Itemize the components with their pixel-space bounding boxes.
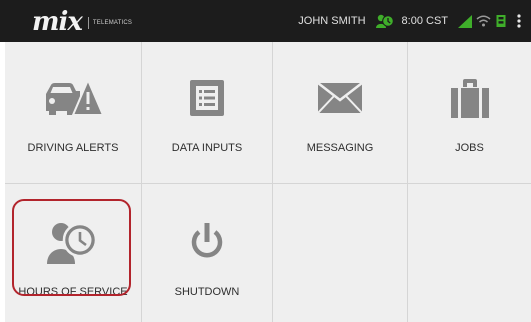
top-bar: mix TELEMATICS JOHN SMITH 8:00 CST xyxy=(0,0,531,42)
car-alert-icon xyxy=(42,68,104,128)
messaging-tile[interactable]: MESSAGING xyxy=(273,42,407,183)
logo-mark: mix xyxy=(32,7,83,37)
overflow-menu-icon[interactable] xyxy=(517,14,521,28)
driver-name[interactable]: JOHN SMITH xyxy=(298,15,365,27)
signal-icon xyxy=(458,14,472,28)
hours-of-service-tile[interactable]: HOURS OF SERVICE xyxy=(5,184,141,322)
logo-divider xyxy=(87,17,89,29)
mix-telematics-logo: mix TELEMATICS xyxy=(32,4,132,40)
tile-label: JOBS xyxy=(455,142,484,154)
tile-label: DRIVING ALERTS xyxy=(27,142,119,154)
data-form-icon xyxy=(190,68,224,128)
tile-label: HOURS OF SERVICE xyxy=(18,286,128,298)
menu-grid: DRIVING ALERTS DATA INPUTS MESSAGING JOB… xyxy=(5,42,531,322)
hours-of-service-icon xyxy=(47,212,99,272)
driving-alerts-tile[interactable]: DRIVING ALERTS xyxy=(5,42,141,183)
tile-label: MESSAGING xyxy=(306,142,374,154)
tile-label: SHUTDOWN xyxy=(174,286,240,298)
hos-status-icon[interactable] xyxy=(375,13,394,29)
tile-label: DATA INPUTS xyxy=(171,142,243,154)
data-inputs-tile[interactable]: DATA INPUTS xyxy=(142,42,272,183)
logo-subtitle: TELEMATICS xyxy=(92,20,133,26)
wifi-icon xyxy=(476,15,491,27)
power-icon xyxy=(189,212,225,272)
status-area: JOHN SMITH 8:00 CST xyxy=(298,0,521,42)
jobs-tile[interactable]: JOBS xyxy=(408,42,531,183)
device-icon xyxy=(495,14,507,28)
empty-tile xyxy=(408,184,531,322)
briefcase-icon xyxy=(450,68,489,128)
empty-tile xyxy=(273,184,407,322)
clock-time: 8:00 CST xyxy=(401,15,448,27)
shutdown-tile[interactable]: SHUTDOWN xyxy=(142,184,272,322)
envelope-icon xyxy=(318,68,362,128)
